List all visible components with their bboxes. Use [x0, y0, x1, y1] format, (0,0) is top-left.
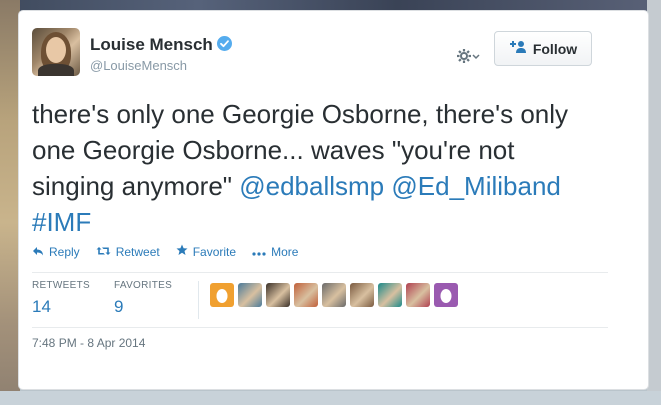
chevron-down-icon [472, 48, 480, 65]
favorites-stat[interactable]: FAVORITES 9 [114, 280, 196, 317]
star-icon [176, 244, 188, 259]
more-button[interactable]: More [252, 245, 298, 259]
favoriter-avatar[interactable] [322, 283, 346, 307]
retweets-stat[interactable]: RETWEETS 14 [32, 280, 114, 317]
mention-link[interactable]: @edballsmp [239, 171, 384, 201]
verified-icon [216, 36, 232, 51]
mention-link[interactable]: @Ed_Miliband [391, 171, 560, 201]
retweets-label: RETWEETS [32, 280, 90, 291]
favorite-button[interactable]: Favorite [176, 244, 236, 259]
follow-button[interactable]: Follow [494, 31, 592, 66]
favoriter-avatar[interactable] [238, 283, 262, 307]
favorites-count: 9 [114, 297, 124, 316]
favoriter-avatar[interactable] [266, 283, 290, 307]
user-name-row[interactable]: Louise Mensch [90, 35, 232, 55]
retweet-icon [96, 245, 111, 259]
avatar[interactable] [32, 28, 80, 76]
divider [32, 327, 608, 328]
add-user-icon [509, 40, 527, 57]
background-bottom [0, 391, 661, 405]
favoriter-avatar[interactable] [294, 283, 318, 307]
gear-menu-button[interactable] [456, 48, 486, 64]
reply-icon [32, 245, 44, 259]
gear-icon [456, 48, 472, 65]
retweet-button[interactable]: Retweet [96, 245, 160, 259]
background-right [647, 0, 661, 405]
tweet-stats: RETWEETS 14 FAVORITES 9 [32, 280, 196, 317]
tweet-timestamp[interactable]: 7:48 PM - 8 Apr 2014 [32, 336, 145, 350]
favoriter-avatar[interactable] [378, 283, 402, 307]
favoriters-avatars [210, 283, 458, 307]
user-handle[interactable]: @LouiseMensch [90, 58, 187, 73]
reply-button[interactable]: Reply [32, 245, 80, 259]
egg-avatar-icon[interactable] [434, 283, 458, 307]
follow-label: Follow [532, 40, 578, 57]
favoriter-avatar[interactable] [406, 283, 430, 307]
retweets-count: 14 [32, 297, 51, 316]
background-left [0, 0, 20, 405]
tweet-text: there's only one Georgie Osborne, there'… [32, 96, 572, 240]
favoriter-avatar[interactable] [350, 283, 374, 307]
favorites-label: FAVORITES [114, 280, 173, 291]
tweet-actions: Reply Retweet Favorite More [32, 244, 298, 259]
egg-avatar-icon[interactable] [210, 283, 234, 307]
hashtag-link[interactable]: #IMF [32, 207, 91, 237]
divider [32, 272, 608, 273]
more-icon [252, 245, 266, 259]
stats-separator [198, 281, 199, 319]
user-name[interactable]: Louise Mensch [90, 35, 213, 54]
